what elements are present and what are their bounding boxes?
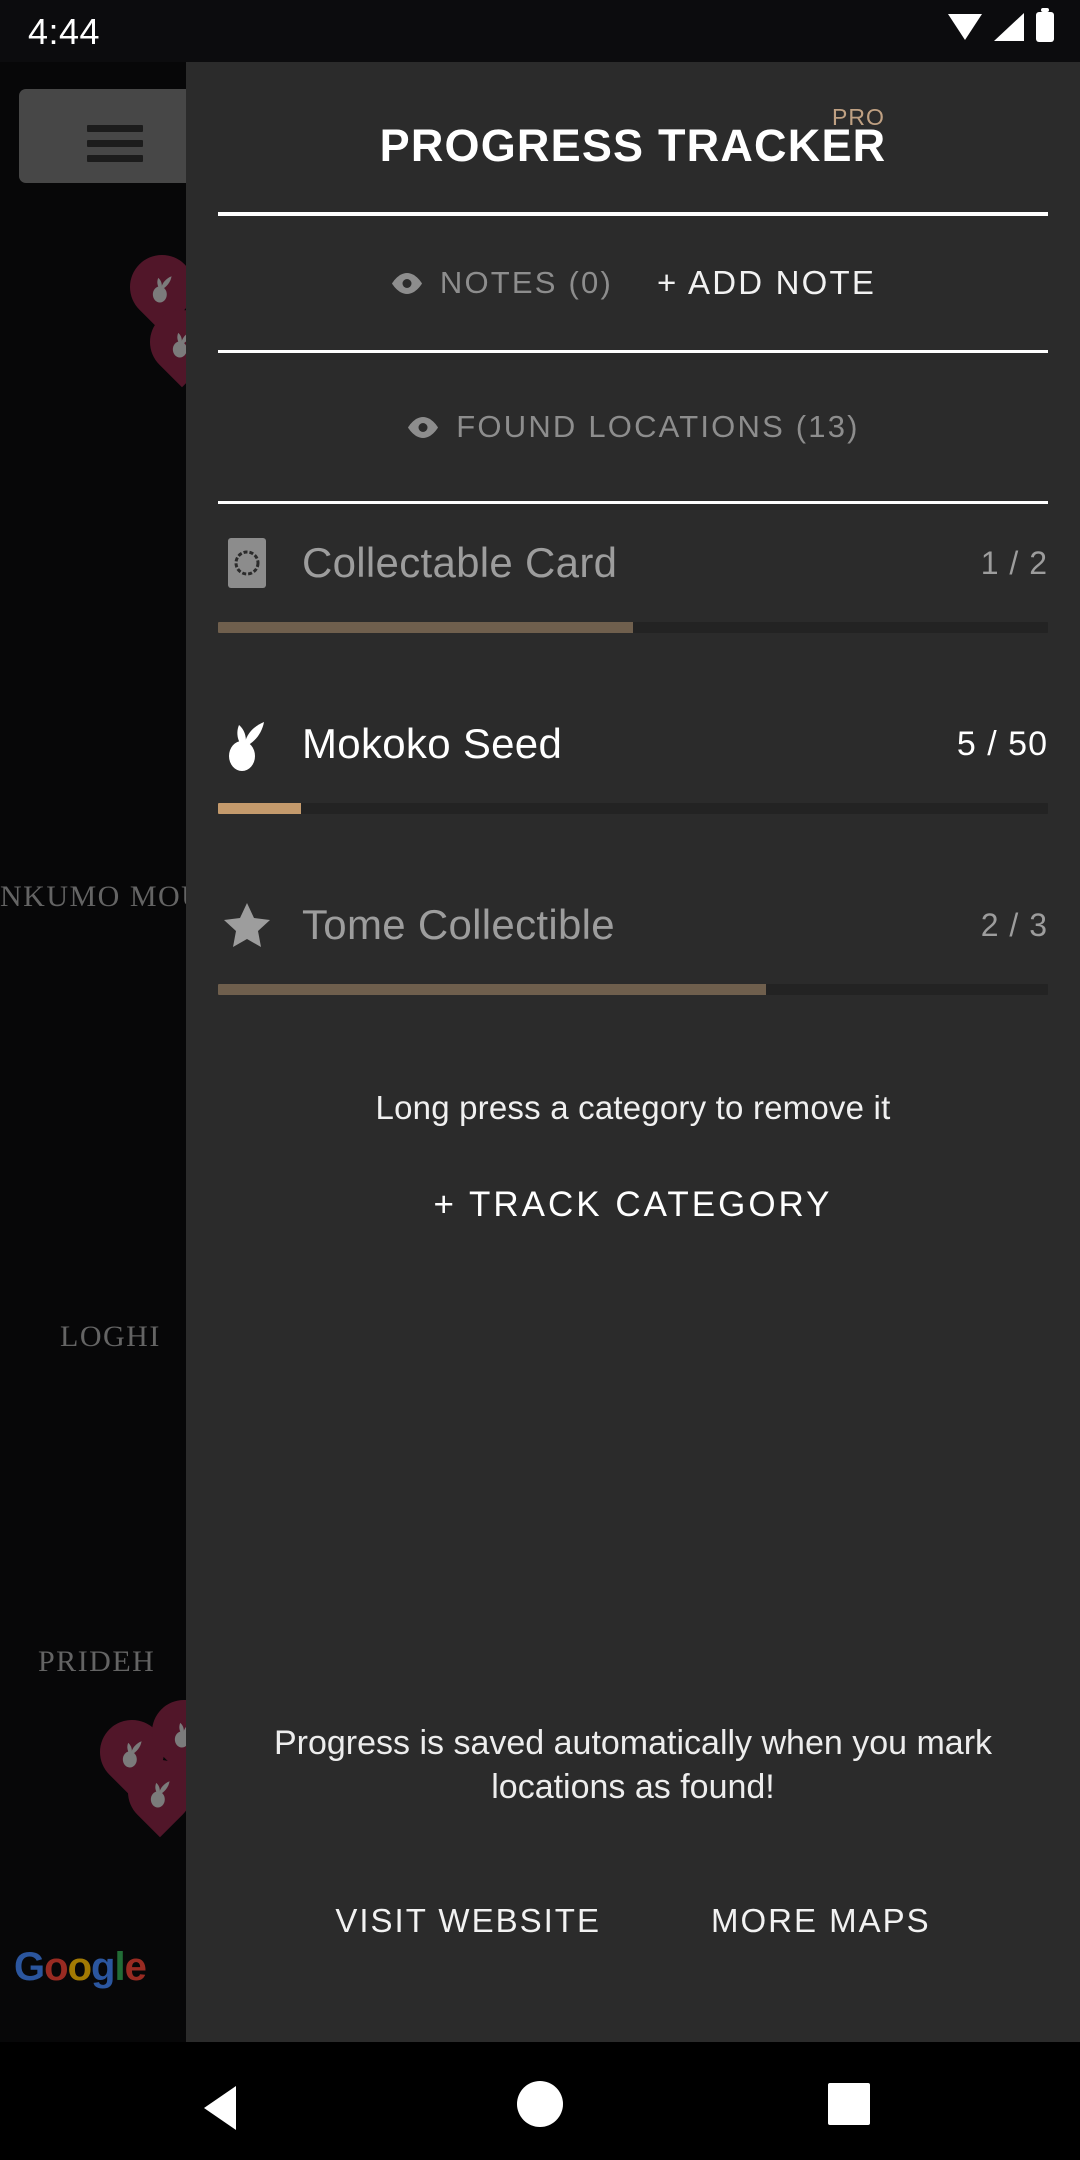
phone-screen: NKUMO MOU LOGHI PRIDEH Google PROGRESS TRA… xyxy=(0,0,1080,2160)
category-progress-bar xyxy=(218,622,1048,633)
auto-save-note: Progress is saved automatically when you… xyxy=(273,1724,993,1806)
category-row[interactable]: Collectable Card 1 / 2 xyxy=(186,504,1080,633)
category-spacer xyxy=(186,633,1080,685)
back-nav-icon[interactable] xyxy=(204,2086,236,2130)
notes-toggle-button[interactable]: NOTES (0) xyxy=(390,265,613,301)
found-locations-label: FOUND LOCATIONS (13) xyxy=(456,409,860,444)
category-progress-bar xyxy=(218,803,1048,814)
panel-header: PROGRESS TRACKER PRO xyxy=(186,62,1080,212)
category-progress-bar xyxy=(218,984,1048,995)
visit-website-link[interactable]: VISIT WEBSITE xyxy=(335,1902,601,1940)
status-icons xyxy=(948,8,1054,42)
category-count: 2 / 3 xyxy=(980,906,1048,943)
android-nav-bar xyxy=(0,2042,1080,2160)
category-count: 1 / 2 xyxy=(980,544,1048,581)
signal-icon xyxy=(994,13,1024,41)
collectable-card-icon xyxy=(218,534,276,592)
notes-row: NOTES (0) + ADD NOTE xyxy=(186,216,1080,350)
add-note-button[interactable]: + ADD NOTE xyxy=(657,264,876,302)
progress-tracker-panel: PROGRESS TRACKER PRO NOTES (0) + ADD NOT… xyxy=(186,0,1080,2042)
battery-icon xyxy=(1036,8,1054,42)
recents-nav-icon[interactable] xyxy=(828,2083,870,2125)
category-count: 5 / 50 xyxy=(956,724,1048,763)
pro-badge: PRO xyxy=(832,104,885,130)
star-icon xyxy=(218,896,276,954)
page-title: PROGRESS TRACKER xyxy=(379,120,887,171)
category-name: Mokoko Seed xyxy=(302,720,563,767)
category-row[interactable]: Tome Collectible 2 / 3 xyxy=(186,866,1080,995)
long-press-hint: Long press a category to remove it xyxy=(375,1089,891,1126)
footer-links: VISIT WEBSITE MORE MAPS xyxy=(186,1902,1080,1940)
map-background[interactable]: NKUMO MOU LOGHI PRIDEH Google xyxy=(0,0,186,2042)
more-maps-link[interactable]: MORE MAPS xyxy=(711,1902,931,1940)
wifi-icon xyxy=(948,14,982,40)
status-bar: 4:44 xyxy=(0,0,1080,62)
map-dim-overlay xyxy=(0,0,186,2042)
notes-label: NOTES (0) xyxy=(439,265,613,300)
eye-icon xyxy=(406,416,440,439)
category-spacer xyxy=(186,814,1080,866)
home-nav-icon[interactable] xyxy=(517,2081,563,2127)
status-clock: 4:44 xyxy=(28,11,101,52)
category-list: Collectable Card 1 / 2 Mokoko Seed 5 / 50 To… xyxy=(186,504,1080,1047)
found-locations-row[interactable]: FOUND LOCATIONS (13) xyxy=(186,353,1080,501)
eye-icon xyxy=(390,272,424,295)
category-name: Collectable Card xyxy=(302,539,618,586)
mokoko-seed-icon xyxy=(218,715,276,773)
category-row[interactable]: Mokoko Seed 5 / 50 xyxy=(186,685,1080,814)
category-name: Tome Collectible xyxy=(302,901,615,948)
track-category-button[interactable]: + TRACK CATEGORY xyxy=(186,1185,1080,1225)
category-spacer xyxy=(186,995,1080,1047)
